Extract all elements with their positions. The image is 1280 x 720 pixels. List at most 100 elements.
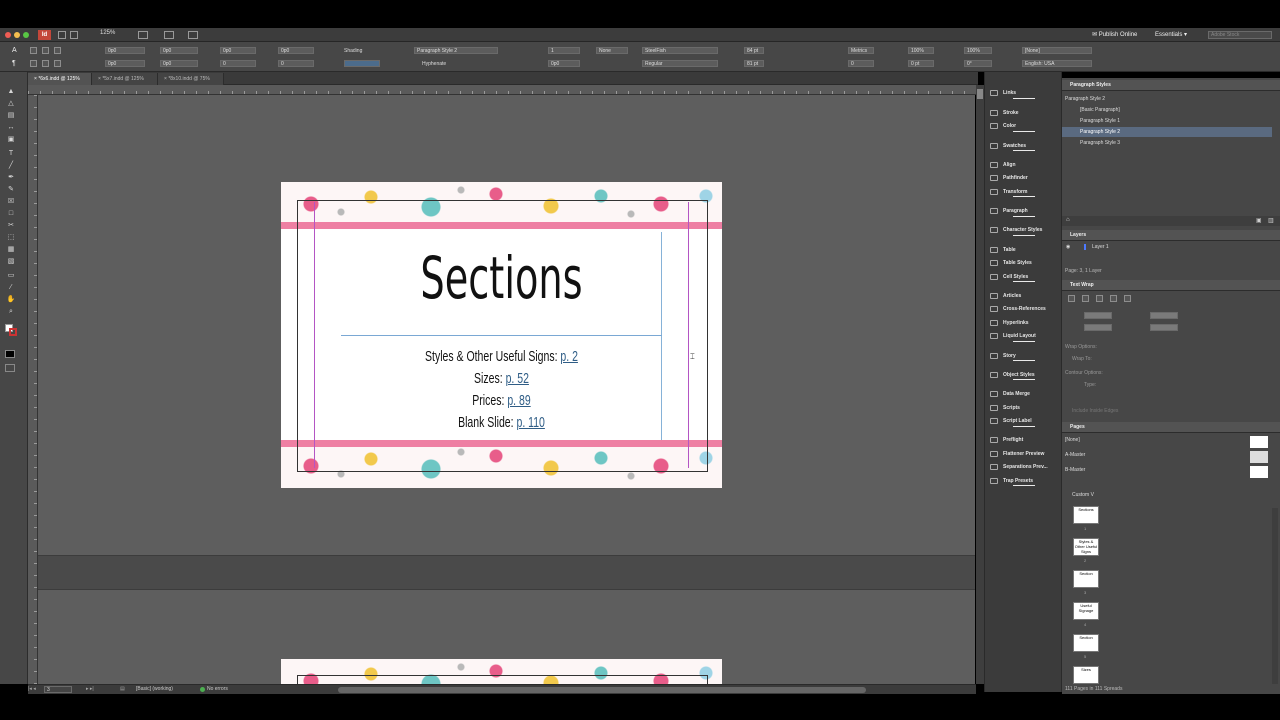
none-master[interactable]: [None] (1062, 435, 1272, 445)
pasteboard[interactable]: Sections Styles & Other Useful Signs: p.… (38, 95, 975, 684)
font-size-field[interactable]: 84 pt (744, 47, 764, 54)
paragraph-style-item[interactable]: Paragraph Style 2 (1062, 127, 1272, 137)
style-group-icon[interactable]: ⌂ (1066, 217, 1070, 223)
custom-page-size[interactable]: Custom V (1062, 490, 1272, 500)
document-page[interactable]: Sections Styles & Other Useful Signs: p.… (281, 182, 722, 488)
columns-field[interactable]: 1 (548, 47, 580, 54)
panel-item-table[interactable]: Table (985, 244, 1063, 256)
content-collector-icon[interactable]: ▣ (6, 136, 16, 144)
panel-item-articles[interactable]: Articles (985, 290, 1063, 302)
text-frame[interactable]: Sections Styles & Other Useful Signs: p.… (341, 232, 662, 440)
section-entry-link[interactable]: p. 2 (560, 348, 578, 365)
shading-color-field[interactable] (344, 60, 380, 67)
preflight-profile[interactable]: [Basic] (working) (136, 686, 173, 692)
pencil-tool-icon[interactable]: ✎ (6, 186, 16, 194)
no-wrap-icon[interactable] (1068, 295, 1075, 302)
page-thumbnail[interactable]: Sections (1073, 506, 1099, 524)
normal-view-mode-icon[interactable] (5, 350, 15, 358)
paragraph-style-item[interactable]: [Basic Paragraph] (1062, 105, 1272, 115)
tab-8x10[interactable]: × *8x10.indd @ 75% (158, 73, 224, 85)
minibridge-icon[interactable] (70, 31, 78, 39)
panel-item-cross-references[interactable]: Cross-References (985, 303, 1063, 315)
gutter-field[interactable]: 0p0 (548, 60, 580, 67)
page-thumbnail[interactable]: Useful Signage (1073, 602, 1099, 620)
first-page-button[interactable]: |◂ ◂ (28, 686, 36, 692)
eye-icon[interactable]: ◉ (1066, 242, 1070, 252)
section-title[interactable]: Sections (396, 238, 608, 318)
hyphenate-checkbox[interactable]: Hyphenate (422, 61, 446, 67)
note-tool-icon[interactable]: ▭ (6, 272, 16, 280)
panel-item-pathfinder[interactable]: Pathfinder (985, 172, 1063, 184)
stroke-swatch-icon[interactable] (9, 328, 17, 336)
horizontal-scale-field[interactable]: 100% (964, 47, 992, 54)
close-window-button[interactable] (5, 32, 11, 38)
skew-field[interactable]: 0° (964, 60, 992, 67)
workspace-switcher[interactable]: Essentials ▾ (1155, 30, 1187, 40)
jump-to-next-column-icon[interactable] (1124, 295, 1131, 302)
align-left-icon[interactable] (30, 47, 37, 54)
panel-item-align[interactable]: Align (985, 159, 1063, 171)
preflight-errors[interactable]: No errors (207, 686, 228, 692)
gradient-feather-tool-icon[interactable]: ▧ (6, 258, 16, 266)
pages-scrollbar[interactable] (1272, 508, 1278, 684)
panel-item-stroke[interactable]: Stroke (985, 107, 1063, 119)
text-wrap-panel-tab[interactable]: Text Wrap (1062, 280, 1280, 291)
paragraph-style-item[interactable]: Paragraph Style 3 (1062, 138, 1272, 148)
right-offset-field[interactable] (1150, 324, 1178, 331)
view-options-icon[interactable] (138, 31, 148, 39)
layer-row[interactable]: ◉ Layer 1 (1062, 242, 1272, 252)
bridge-icon[interactable] (58, 31, 66, 39)
top-offset-field[interactable] (1084, 312, 1112, 319)
minimize-window-button[interactable] (14, 32, 20, 38)
panel-item-scripts[interactable]: Scripts (985, 402, 1063, 414)
stock-search-input[interactable]: Adobe Stock (1208, 31, 1272, 39)
direct-selection-tool-icon[interactable]: △ (6, 100, 16, 108)
paragraph-styles-panel-tab[interactable]: Paragraph Styles (1062, 80, 1280, 91)
pen-tool-icon[interactable]: ✒ (6, 174, 16, 182)
page-thumbnail[interactable]: Styles & Other Useful Signs (1073, 538, 1099, 556)
zoom-window-button[interactable] (23, 32, 29, 38)
horizontal-ruler[interactable] (28, 85, 976, 95)
eyedropper-tool-icon[interactable]: ⁄ (6, 284, 16, 292)
baseline-shift-field[interactable]: 0 pt (908, 60, 934, 67)
paragraph-style-item[interactable]: Paragraph Style 1 (1062, 116, 1272, 126)
paragraph-style-select[interactable]: Paragraph Style 2 (414, 47, 498, 54)
dropcap-chars-field[interactable]: 0 (278, 60, 314, 67)
free-transform-tool-icon[interactable]: ⬚ (6, 234, 16, 242)
rectangle-tool-icon[interactable]: □ (6, 210, 16, 218)
wrap-bounding-box-icon[interactable] (1082, 295, 1089, 302)
leading-field[interactable]: 81 pt (744, 60, 764, 67)
shading-label[interactable]: Shading (344, 48, 362, 54)
pages-panel-tab[interactable]: Pages (1062, 422, 1280, 433)
line-tool-icon[interactable]: ╱ (6, 162, 16, 170)
zoom-tool-icon[interactable]: ⌕ (6, 308, 16, 316)
vertical-scale-field[interactable]: 100% (908, 47, 934, 54)
gradient-swatch-tool-icon[interactable]: ▦ (6, 246, 16, 254)
b-master[interactable]: B-Master (1062, 465, 1272, 475)
screen-mode-icon[interactable] (164, 31, 174, 39)
hand-tool-icon[interactable]: ✋ (6, 296, 16, 304)
type-tool-icon[interactable]: T (6, 150, 16, 158)
vertical-ruler[interactable] (28, 95, 38, 684)
new-style-icon[interactable]: ▣ (1256, 217, 1262, 224)
justify-center-icon[interactable] (42, 60, 49, 67)
font-style-field[interactable]: Regular (642, 60, 718, 67)
publish-online-button[interactable]: ✉ Publish Online (1092, 30, 1146, 40)
page-thumbnail[interactable]: Section (1073, 634, 1099, 652)
panel-item-flattener-preview[interactable]: Flattener Preview (985, 448, 1063, 460)
left-indent-field[interactable]: 0p0 (105, 47, 145, 54)
section-entry-link[interactable]: p. 89 (507, 392, 530, 409)
last-line-indent-field[interactable]: 0p0 (160, 60, 198, 67)
bottom-offset-field[interactable] (1084, 324, 1112, 331)
tracking-field[interactable]: 0 (848, 60, 874, 67)
vertical-scroll-thumb[interactable] (977, 89, 983, 99)
left-offset-field[interactable] (1150, 312, 1178, 319)
layers-panel-tab[interactable]: Layers (1062, 230, 1280, 241)
align-right-icon[interactable] (54, 47, 61, 54)
panel-item-preflight[interactable]: Preflight (985, 434, 1063, 446)
gap-tool-icon[interactable]: ↔ (6, 124, 16, 132)
wrap-object-shape-icon[interactable] (1096, 295, 1103, 302)
page-tool-icon[interactable]: ▤ (6, 112, 16, 120)
horizontal-scroll-thumb[interactable] (338, 687, 866, 693)
panel-item-data-merge[interactable]: Data Merge (985, 388, 1063, 400)
